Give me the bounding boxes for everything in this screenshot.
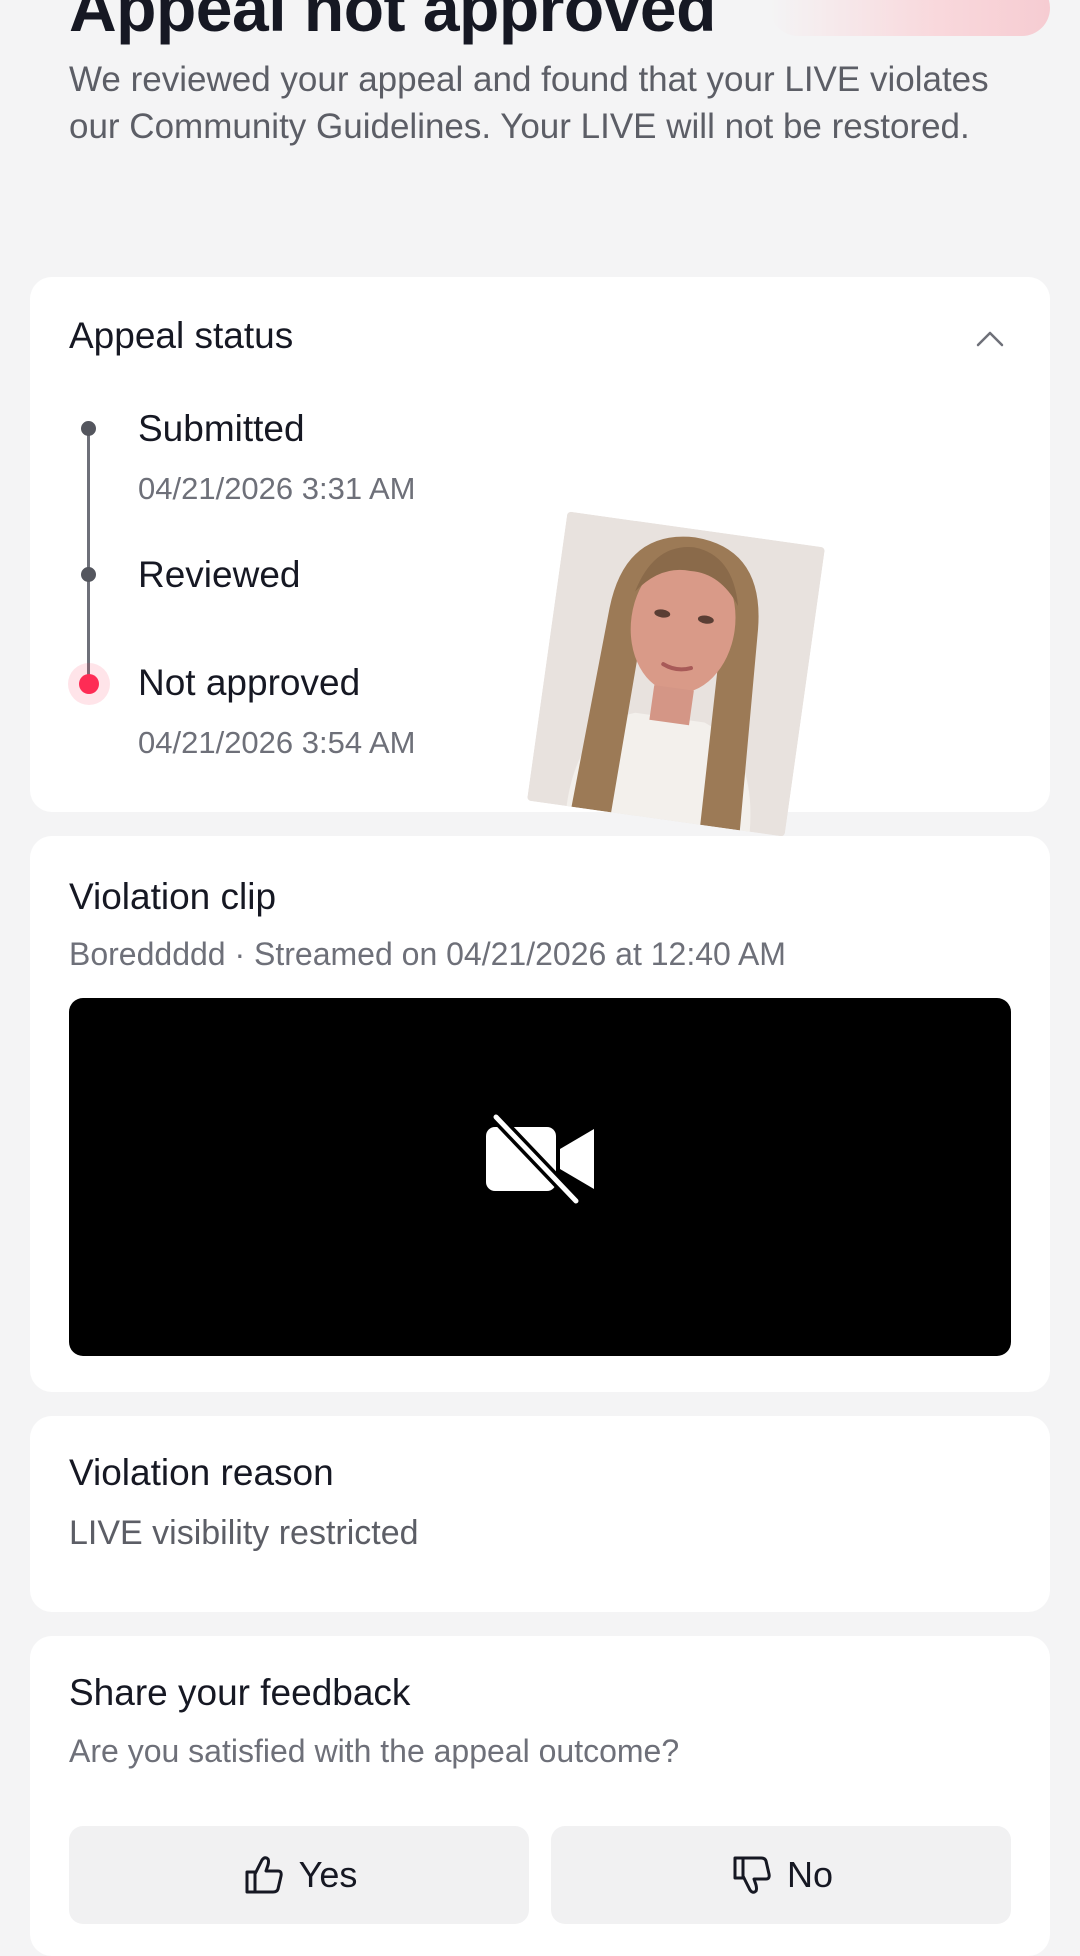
timeline-line (87, 427, 90, 677)
feedback-question: Are you satisfied with the appeal outcom… (69, 1733, 680, 1769)
no-button-label: No (786, 1854, 834, 1895)
overlay-person-photo (526, 511, 826, 837)
thumbs-down-icon (733, 1856, 771, 1894)
violation-clip-card: Violation clip Boreddddd · Streamed on 0… (30, 836, 1050, 1392)
video-off-icon (486, 1113, 594, 1205)
chevron-up-icon[interactable] (970, 319, 1010, 359)
appeal-status-title: Appeal status (69, 315, 294, 356)
step-label-not-approved: Not approved (138, 662, 361, 703)
feedback-card: Share your feedback Are you satisfied wi… (30, 1636, 1050, 1956)
violation-reason-value: LIVE visibility restricted (69, 1514, 419, 1552)
timeline-dot-submitted (81, 421, 96, 436)
title-decoration (770, 0, 1050, 36)
violation-clip-subtitle: Boreddddd · Streamed on 04/21/2026 at 12… (69, 936, 786, 972)
timeline-dot-reviewed (81, 567, 96, 582)
timeline-dot-not-approved (79, 674, 99, 694)
step-label-reviewed: Reviewed (138, 554, 301, 595)
step-label-submitted: Submitted (138, 408, 305, 449)
violation-video-player[interactable] (69, 998, 1011, 1356)
yes-button[interactable]: Yes (69, 1826, 529, 1924)
yes-button-label: Yes (298, 1854, 358, 1895)
step-time-submitted: 04/21/2026 3:31 AM (138, 471, 416, 506)
violation-reason-title: Violation reason (69, 1452, 334, 1493)
no-button[interactable]: No (551, 1826, 1011, 1924)
violation-reason-card: Violation reason LIVE visibility restric… (30, 1416, 1050, 1612)
thumbs-up-icon (245, 1856, 283, 1894)
step-time-not-approved: 04/21/2026 3:54 AM (138, 725, 416, 760)
page-description: We reviewed your appeal and found that y… (69, 60, 989, 146)
feedback-title: Share your feedback (69, 1672, 411, 1713)
violation-clip-title: Violation clip (69, 876, 277, 917)
page-title: Appeal not approved (69, 0, 716, 45)
